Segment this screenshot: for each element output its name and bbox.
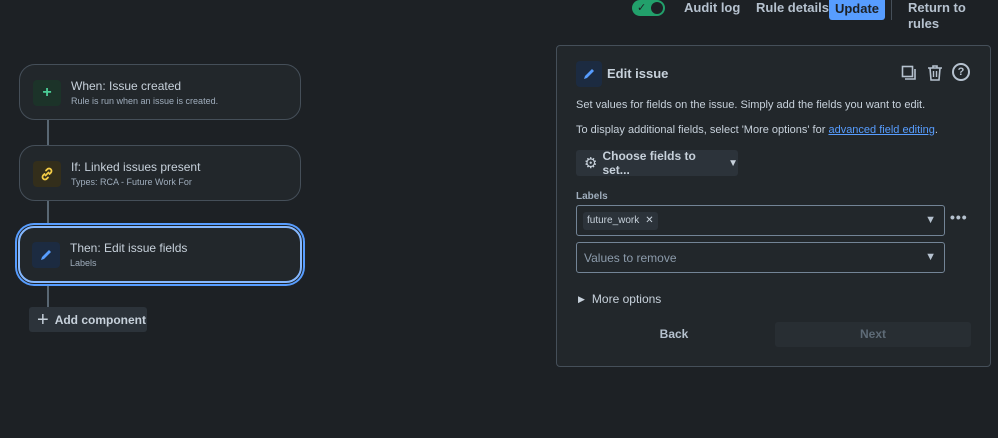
node-title: When: Issue created xyxy=(71,79,182,93)
label-chip-text: future_work xyxy=(587,215,640,226)
copy-icon[interactable] xyxy=(900,63,918,83)
values-to-remove-select[interactable]: Values to remove ▼ xyxy=(576,242,945,273)
add-component-button[interactable]: + Add component xyxy=(29,307,147,332)
more-options-label: More options xyxy=(591,292,662,306)
label-chip: future_work ✕ xyxy=(583,211,658,230)
labels-select[interactable]: future_work ✕ ▼ xyxy=(576,205,945,236)
panel-title: Edit issue xyxy=(607,66,669,81)
rule-enabled-toggle[interactable]: ✓ xyxy=(632,0,665,16)
pencil-icon xyxy=(576,61,602,87)
back-button[interactable]: Back xyxy=(576,322,772,347)
update-button[interactable]: Update xyxy=(829,0,885,20)
chevron-down-icon: ▼ xyxy=(925,214,936,226)
plus-icon: + xyxy=(37,308,49,331)
return-to-rules-link[interactable]: Return to rules xyxy=(908,0,998,31)
gear-icon: ⚙ xyxy=(584,155,598,172)
panel-actions: ? xyxy=(900,63,970,83)
panel-description: Set values for fields on the issue. Simp… xyxy=(576,99,926,111)
chevron-down-icon: ▼ xyxy=(925,251,936,263)
plus-icon: + xyxy=(33,80,61,106)
check-icon: ✓ xyxy=(637,2,647,14)
audit-log-link[interactable]: Audit log xyxy=(684,0,740,18)
panel-description-advanced: To display additional fields, select 'Mo… xyxy=(576,124,938,136)
link-icon xyxy=(33,161,61,187)
help-icon[interactable]: ? xyxy=(952,63,970,81)
add-component-label: Add component xyxy=(54,312,147,327)
toggle-knob xyxy=(651,2,663,14)
description-text: To display additional fields, select 'Mo… xyxy=(576,124,829,136)
flow-connector xyxy=(47,201,49,227)
description-text: . xyxy=(934,124,938,136)
topbar-divider xyxy=(891,0,892,20)
node-subtitle: Labels xyxy=(70,258,97,268)
action-node[interactable]: Then: Edit issue fields Labels xyxy=(18,226,302,283)
trash-icon[interactable] xyxy=(926,63,944,83)
labels-field-label: Labels xyxy=(576,191,608,202)
flow-connector xyxy=(47,120,49,146)
advanced-field-editing-link[interactable]: advanced field editing xyxy=(828,124,934,136)
node-subtitle: Types: RCA - Future Work For xyxy=(71,177,192,187)
next-button[interactable]: Next xyxy=(775,322,971,347)
values-to-remove-placeholder: Values to remove xyxy=(584,250,677,265)
remove-chip-icon[interactable]: ✕ xyxy=(645,215,653,226)
pencil-icon xyxy=(32,242,60,268)
more-options-toggle[interactable]: ▶ More options xyxy=(578,292,661,306)
trigger-node[interactable]: + When: Issue created Rule is run when a… xyxy=(19,64,301,120)
node-title: Then: Edit issue fields xyxy=(70,241,188,255)
node-subtitle: Rule is run when an issue is created. xyxy=(71,96,219,106)
chevron-down-icon: ▼ xyxy=(728,157,738,169)
node-title: If: Linked issues present xyxy=(71,160,201,174)
condition-node[interactable]: If: Linked issues present Types: RCA - F… xyxy=(19,145,301,201)
more-actions-icon[interactable]: ••• xyxy=(950,209,968,225)
choose-fields-label: Choose fields to set... xyxy=(602,149,696,177)
rule-details-link[interactable]: Rule details xyxy=(756,0,829,18)
choose-fields-button[interactable]: ⚙ Choose fields to set... ▼ xyxy=(576,149,738,177)
chevron-right-icon: ▶ xyxy=(578,293,585,304)
edit-issue-panel: Edit issue ? Set values for fields on th… xyxy=(556,45,991,367)
flow-connector xyxy=(47,282,49,307)
